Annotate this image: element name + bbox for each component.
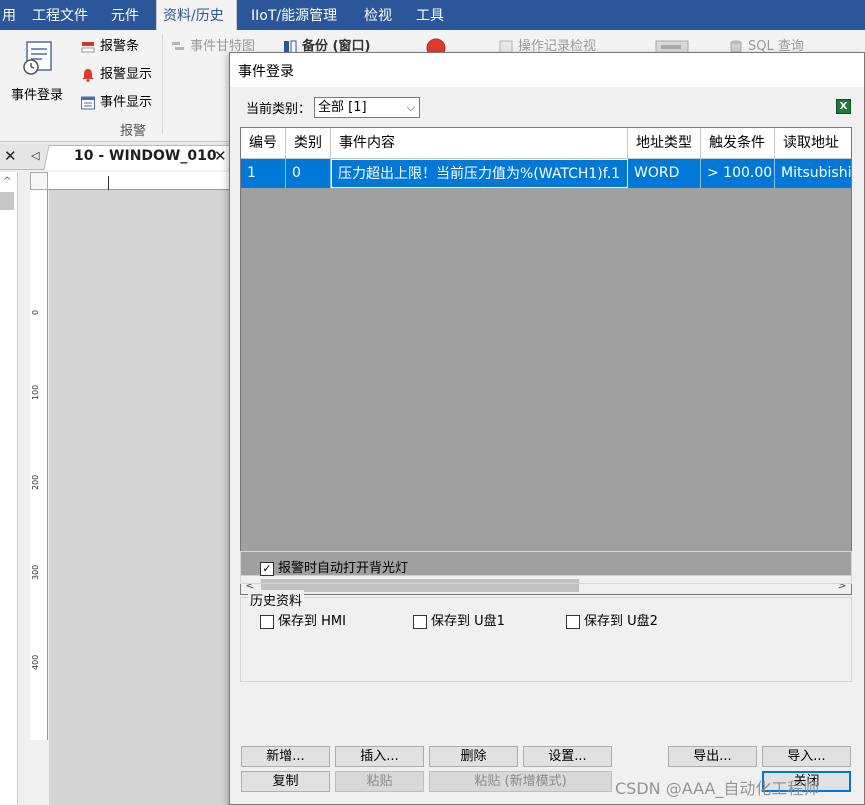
paste-new-mode-button[interactable]: 粘贴 (新增模式): [429, 771, 612, 792]
chevron-up-icon[interactable]: ^: [3, 176, 11, 187]
ruler-top: [30, 172, 230, 190]
ribbon-separator: [162, 34, 163, 134]
menu-item-view[interactable]: 检视: [358, 0, 398, 30]
event-display-label: 事件显示: [100, 95, 153, 110]
backlight-label: 报警时自动打开背光灯: [278, 561, 409, 576]
ruler-label: 200: [31, 474, 40, 490]
ruler-label: 300: [31, 564, 40, 580]
cell-address-type[interactable]: WORD: [628, 159, 701, 188]
save-to-usb1-checkbox[interactable]: 保存到 U盘1: [413, 613, 505, 631]
backlight-checkbox[interactable]: ✓ 报警时自动打开背光灯: [260, 560, 408, 578]
tab-scroll-left-icon[interactable]: ◁: [31, 143, 39, 169]
save-to-usb2-checkbox[interactable]: 保存到 U盘2: [566, 613, 658, 631]
history-title: 历史资料: [248, 590, 305, 609]
cell-id[interactable]: 1: [241, 159, 286, 188]
column-header[interactable]: 类别: [286, 128, 331, 159]
alarm-display-button[interactable]: 报警显示: [78, 64, 152, 86]
alarm-display-label: 报警显示: [100, 67, 153, 82]
event-log-big-button[interactable]: 事件登录: [4, 36, 70, 126]
column-header[interactable]: 地址类型: [628, 128, 701, 159]
save-to-usb2-label: 保存到 U盘2: [584, 614, 658, 629]
event-log-dialog: 事件登录 当前类别： 全部 [1] ⌵ X 编号 类别 事件内容 地址类型 触发…: [229, 52, 865, 805]
event-display-button[interactable]: 事件显示: [78, 92, 152, 114]
watermark: CSDN @AAA_自动化工程师: [615, 779, 820, 798]
menu-item-iiot-energy[interactable]: IIoT/能源管理: [245, 0, 343, 30]
event-log-icon: [23, 41, 52, 75]
ruler-label: 400: [31, 654, 40, 670]
event-display-icon: [81, 96, 95, 110]
history-group-box: [240, 597, 852, 682]
alarm-bar-icon: [81, 42, 95, 53]
dialog-title: 事件登录: [238, 64, 294, 80]
side-scroll-thumb[interactable]: [0, 192, 14, 210]
column-header[interactable]: 编号: [241, 128, 286, 159]
import-button[interactable]: 导入...: [762, 746, 851, 767]
menu-bar: 用 工程文件 元件 资料/历史 IIoT/能源管理 检视 工具: [0, 0, 865, 30]
ruler-label: 100: [31, 384, 40, 400]
ruler-label: 0: [31, 309, 40, 315]
menu-item-data-history[interactable]: 资料/历史: [156, 0, 237, 30]
table-row[interactable]: 1 0 压力超出上限！当前压力值为%(WATCH1)f.1 WORD > 100…: [241, 159, 851, 188]
cell-category[interactable]: 0: [286, 159, 331, 188]
checkbox-icon: [260, 615, 274, 629]
delete-button[interactable]: 删除: [429, 746, 518, 767]
ruler-corner[interactable]: [30, 172, 48, 190]
category-value: 全部 [1]: [318, 100, 367, 115]
alarm-group-label: 报警: [120, 124, 147, 139]
gantt-icon: [172, 42, 184, 50]
cell-read-address[interactable]: Mitsubishi: [775, 159, 851, 188]
paste-button[interactable]: 粘贴: [335, 771, 424, 792]
chevron-down-icon: ⌵: [406, 101, 415, 114]
add-button[interactable]: 新增...: [241, 746, 330, 767]
alarm-bar-button[interactable]: 报警条: [78, 36, 139, 58]
export-button[interactable]: 导出...: [668, 746, 757, 767]
document-tab-label: 10 - WINDOW_010: [74, 148, 217, 164]
close-icon[interactable]: ✕: [4, 143, 17, 169]
settings-button[interactable]: 设置...: [523, 746, 612, 767]
bell-icon: [82, 69, 94, 82]
column-header[interactable]: 触发条件: [701, 128, 775, 159]
insert-button[interactable]: 插入...: [335, 746, 424, 767]
menu-item-partial[interactable]: 用: [0, 0, 22, 30]
category-label: 当前类别：: [246, 102, 312, 117]
column-header[interactable]: 事件内容: [331, 128, 628, 159]
cell-trigger-condition[interactable]: > 100.00: [701, 159, 775, 188]
menu-item-objects[interactable]: 元件: [105, 0, 145, 30]
editor-canvas[interactable]: [49, 190, 230, 805]
side-panel-strip: ^: [0, 172, 18, 805]
dialog-title-bar[interactable]: [230, 53, 864, 87]
alarm-bar-label: 报警条: [100, 39, 140, 54]
checkbox-icon: [413, 615, 427, 629]
save-to-usb1-label: 保存到 U盘1: [431, 614, 505, 629]
excel-export-icon[interactable]: X: [836, 99, 851, 114]
save-to-hmi-checkbox[interactable]: 保存到 HMI: [260, 613, 346, 631]
column-header[interactable]: 读取地址: [775, 128, 851, 159]
menu-item-tools[interactable]: 工具: [410, 0, 450, 30]
menu-item-project-file[interactable]: 工程文件: [26, 0, 94, 30]
checkbox-icon: [566, 615, 580, 629]
event-log-label: 事件登录: [10, 88, 63, 103]
cell-event-content[interactable]: 压力超出上限！当前压力值为%(WATCH1)f.1: [331, 159, 628, 188]
event-table[interactable]: 编号 类别 事件内容 地址类型 触发条件 读取地址 1 0 压力超出上限！当前压…: [240, 127, 852, 595]
copy-button[interactable]: 复制: [241, 771, 330, 792]
checkbox-checked-icon: ✓: [260, 562, 274, 576]
category-select[interactable]: 全部 [1] ⌵: [314, 97, 420, 118]
table-header: 编号 类别 事件内容 地址类型 触发条件 读取地址: [241, 128, 851, 159]
save-to-hmi-label: 保存到 HMI: [278, 614, 346, 629]
